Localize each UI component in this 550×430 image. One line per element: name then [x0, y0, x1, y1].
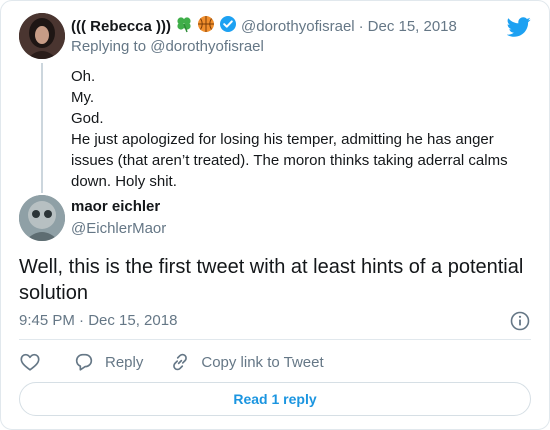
parent-tweet-text: Oh. My. God. He just apologized for losi…	[71, 66, 521, 192]
author-display-name[interactable]: maor eichler	[71, 198, 160, 215]
info-icon[interactable]	[509, 310, 531, 332]
like-button[interactable]	[19, 351, 43, 373]
link-icon	[169, 351, 191, 373]
replying-to-handle[interactable]: @dorothyofisrael	[150, 38, 264, 55]
parent-date[interactable]: Dec 15, 2018	[368, 17, 457, 37]
comment-icon	[73, 351, 95, 373]
copy-link-label: Copy link to Tweet	[201, 353, 324, 371]
read-replies-label: Read 1 reply	[233, 391, 317, 407]
parent-text-line: He just apologized for losing his temper…	[71, 131, 508, 190]
four-leaf-clover-icon	[175, 15, 193, 39]
separator: ·	[358, 18, 364, 35]
tweet-timestamp[interactable]: 9:45 PM · Dec 15, 2018	[19, 312, 177, 329]
author-handle[interactable]: @EichlerMaor	[71, 220, 166, 237]
replying-to: Replying to @dorothyofisrael	[71, 38, 264, 55]
divider	[19, 339, 531, 340]
heart-icon	[19, 351, 41, 373]
tweet-actions: Reply Copy link to Tweet	[19, 350, 324, 374]
basketball-icon	[197, 15, 215, 39]
verified-badge-icon	[219, 15, 237, 39]
tweet-card: ((( Rebecca ))) @dorothyofisrael · Dec 1…	[0, 0, 550, 430]
parent-text-line: My.	[71, 89, 95, 106]
avatar[interactable]	[19, 13, 65, 59]
copy-link-button[interactable]: Copy link to Tweet	[169, 351, 324, 373]
parent-text-line: Oh.	[71, 68, 96, 85]
reply-button[interactable]: Reply	[73, 351, 143, 373]
avatar[interactable]	[19, 195, 65, 241]
twitter-bird-icon[interactable]	[506, 15, 531, 39]
tweet-text: Well, this is the first tweet with at le…	[19, 256, 524, 304]
parent-text-line: God.	[71, 110, 104, 127]
parent-handle[interactable]: @dorothyofisrael	[241, 17, 355, 37]
parent-header: ((( Rebecca ))) @dorothyofisrael · Dec 1…	[71, 15, 457, 39]
read-replies-button[interactable]: Read 1 reply	[19, 382, 531, 416]
thread-line	[41, 63, 43, 193]
replying-to-prefix: Replying to	[71, 38, 147, 55]
reply-label: Reply	[105, 353, 144, 371]
parent-display-name[interactable]: ((( Rebecca )))	[71, 17, 171, 37]
